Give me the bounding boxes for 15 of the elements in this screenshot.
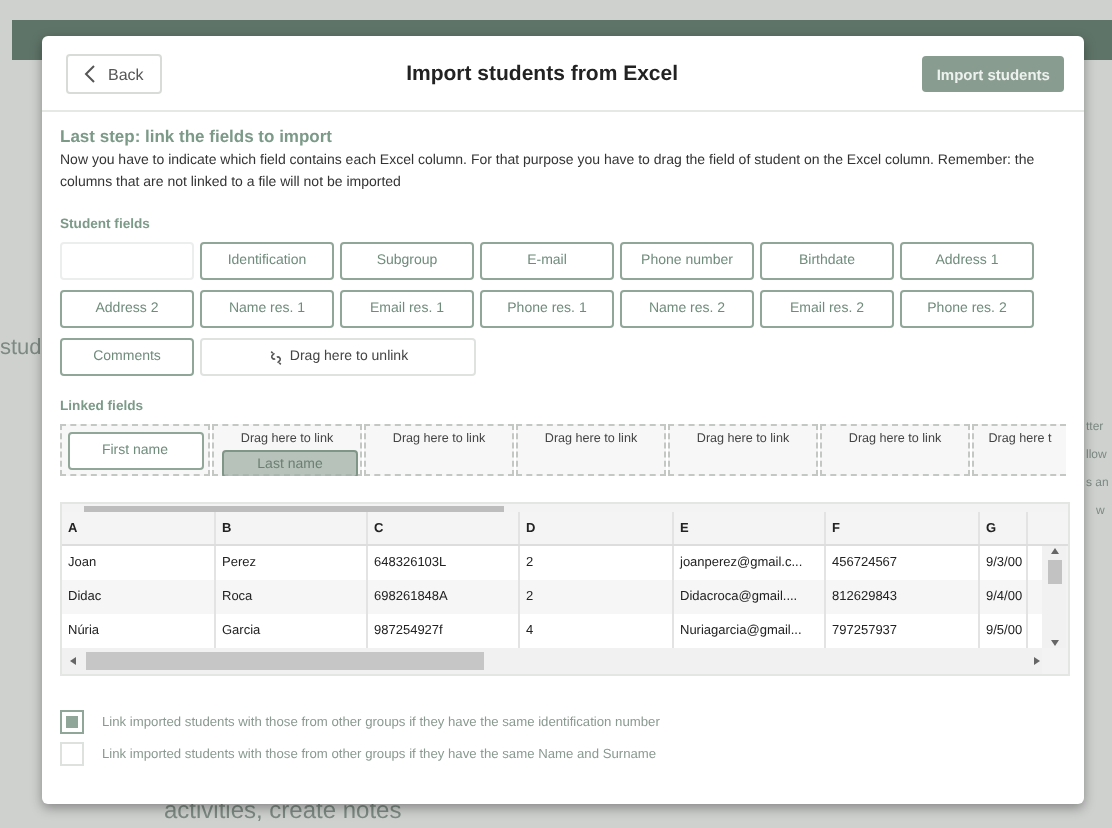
background-text: stud (0, 336, 42, 360)
chevron-left-icon (84, 64, 96, 84)
scroll-down-icon[interactable] (1049, 638, 1059, 648)
background-text: activities, create notes (164, 796, 402, 824)
scrollbar-thumb[interactable] (1047, 560, 1061, 584)
scrollbar-thumb[interactable] (84, 505, 504, 511)
step-title: Last step: link the fields to import (60, 126, 335, 146)
scroll-left-icon[interactable] (68, 656, 78, 666)
dialog-title: Import students from Excel (406, 62, 679, 86)
scroll-right-icon[interactable] (1032, 656, 1042, 666)
scrollbar-thumb[interactable] (86, 652, 484, 670)
broken-link-icon (267, 349, 284, 365)
vertical-scrollbar[interactable] (1042, 546, 1066, 648)
back-button[interactable]: Back (66, 54, 162, 94)
checkbox[interactable] (60, 710, 84, 734)
